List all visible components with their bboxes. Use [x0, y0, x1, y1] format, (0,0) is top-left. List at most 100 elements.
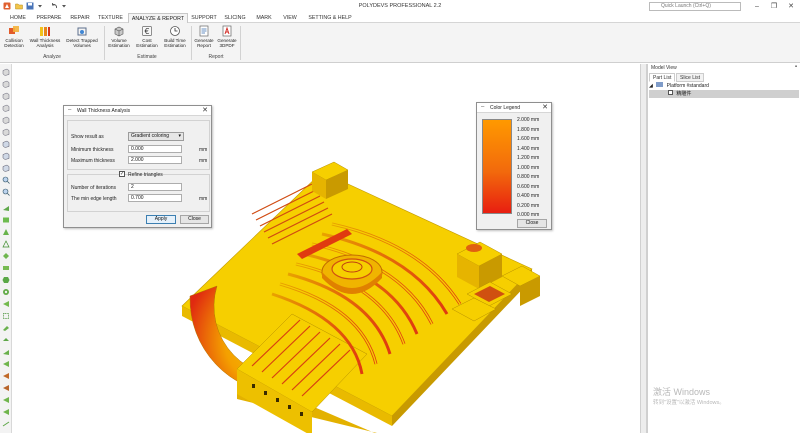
detect-trapped-volumes-button[interactable]: Detect Trapped Volumes: [63, 25, 101, 48]
select-all-icon[interactable]: [2, 300, 10, 308]
color-legend-dialog: Color Legend – ✕ 2.000 mm 1.800 mm 1.600 m…: [476, 102, 552, 230]
legend-dialog-close-icon[interactable]: ✕: [542, 103, 548, 113]
legend-tick-label: 2.000 mm: [517, 117, 540, 123]
zoom-fit-icon[interactable]: [2, 176, 10, 184]
tab-part-list[interactable]: Part List: [649, 73, 676, 82]
group-label-estimate: Estimate: [137, 54, 157, 60]
model-view-panel: Model View ▪ Part List Slice List ◢ Plat…: [647, 64, 800, 433]
apply-button[interactable]: Apply: [146, 215, 176, 224]
legend-tick-label: 1.400 mm: [517, 145, 540, 152]
generate-3dpdf-button[interactable]: Generate 3DPDF: [216, 25, 238, 48]
tab-mark[interactable]: MARK: [254, 13, 274, 23]
volume-label-2: Estimation: [108, 43, 130, 48]
collision-detection-button[interactable]: Collision Detection: [1, 25, 27, 48]
ribbon: Collision Detection Wall Thickness Analy…: [0, 23, 800, 63]
view-iso2-icon[interactable]: [2, 152, 10, 160]
tab-home[interactable]: HOME: [6, 13, 30, 23]
select-box-icon[interactable]: [2, 312, 10, 320]
view-front-icon[interactable]: [2, 68, 10, 76]
expand-selection-icon[interactable]: [2, 396, 10, 404]
tab-prepare[interactable]: PREPARE: [36, 13, 62, 23]
tab-support[interactable]: SUPPORT: [191, 13, 217, 23]
view-left-icon[interactable]: [2, 92, 10, 100]
select-brush-icon[interactable]: [2, 324, 10, 332]
chevron-down-icon: ▾: [178, 133, 181, 139]
edges-icon[interactable]: [2, 240, 10, 248]
invert-selection-icon[interactable]: [2, 384, 10, 392]
view-iso-icon[interactable]: [2, 140, 10, 148]
close-window-button[interactable]: ✕: [785, 1, 797, 12]
gen-report-label-2: Report: [197, 43, 211, 48]
view-right-icon[interactable]: [2, 104, 10, 112]
tab-setting-help[interactable]: SETTING & HELP: [304, 13, 356, 23]
collision-label-2: Detection: [4, 43, 24, 48]
measure-icon[interactable]: [2, 420, 10, 428]
max-thickness-label: Maximum thickness: [71, 158, 115, 164]
generate-report-button[interactable]: Generate Report: [193, 25, 215, 48]
platform-icon: [656, 82, 664, 87]
zoom-in-icon[interactable]: [2, 188, 10, 196]
tab-texture[interactable]: TEXTURE: [97, 13, 124, 23]
wall-thickness-label-2: Analysis: [36, 43, 54, 48]
wireframe-icon[interactable]: [2, 216, 10, 224]
collapse-icon[interactable]: –: [481, 103, 484, 112]
gear-icon[interactable]: [2, 288, 10, 296]
section-icon[interactable]: [2, 264, 10, 272]
iterations-label: Number of iterations: [71, 185, 117, 191]
select-plane-icon[interactable]: [2, 336, 10, 344]
legend-tick-label: 1.800 mm: [517, 126, 540, 133]
tab-slicing[interactable]: SLICING: [223, 13, 247, 23]
show-result-select[interactable]: Gradient coloring ▾: [128, 132, 184, 141]
part-visibility-icon[interactable]: [668, 90, 673, 95]
tab-analyze-report[interactable]: ANALYZE & REPORT: [128, 13, 188, 23]
close-button[interactable]: Close: [180, 215, 209, 224]
volume-estimation-button[interactable]: Volume Estimation: [105, 25, 133, 48]
quick-launch-input[interactable]: Quick Launch (Ctrl+Q): [649, 2, 741, 11]
edge-length-input[interactable]: 0.700: [128, 194, 182, 202]
select-edge-icon[interactable]: [2, 360, 10, 368]
tree-platform[interactable]: ◢ Platform #standard: [649, 82, 799, 90]
legend-tick-label: 1.600 mm: [517, 136, 540, 142]
expand-arrow-icon[interactable]: ◢: [649, 83, 653, 89]
build-time-estimation-button[interactable]: Build Time Estimation: [160, 25, 190, 48]
title-bar: POLYDEVS PROFESSIONAL 2.2 Quick Launch (…: [0, 0, 800, 13]
shrink-selection-icon[interactable]: [2, 408, 10, 416]
collapse-icon[interactable]: –: [68, 106, 71, 115]
refine-checkbox[interactable]: ✓: [119, 171, 125, 177]
view-back-icon[interactable]: [2, 80, 10, 88]
triangles-icon[interactable]: [2, 228, 10, 236]
tree-part[interactable]: 精雕件: [649, 90, 799, 98]
cost-estimation-button[interactable]: € Cost Estimation: [134, 25, 160, 48]
wall-thickness-icon: [40, 27, 50, 36]
view-iso3-icon[interactable]: [2, 164, 10, 172]
restore-button[interactable]: ❐: [768, 1, 780, 12]
tab-slice-list[interactable]: Slice List: [676, 73, 705, 82]
view-bottom-icon[interactable]: [2, 128, 10, 136]
svg-text:€: €: [144, 27, 149, 36]
tab-view[interactable]: VIEW: [281, 13, 299, 23]
wall-thickness-button[interactable]: Wall Thickness Analysis: [28, 25, 62, 48]
legend-close-button[interactable]: Close: [517, 219, 547, 228]
select-shell-icon[interactable]: [2, 348, 10, 356]
points-icon[interactable]: [2, 252, 10, 260]
shaded-icon[interactable]: [2, 204, 10, 212]
watermark-line2: 转到"设置"以激活 Windows。: [653, 400, 725, 406]
legend-tick-label: 0.800 mm: [517, 174, 540, 180]
min-thickness-input[interactable]: 0.000: [128, 145, 182, 153]
tab-repair[interactable]: REPAIR: [69, 13, 91, 23]
pin-icon[interactable]: ▪: [795, 64, 797, 70]
view-top-icon[interactable]: [2, 116, 10, 124]
wall-dialog-close-icon[interactable]: ✕: [202, 106, 208, 116]
max-thickness-input[interactable]: 2.000: [128, 156, 182, 164]
wall-dialog-title: Wall Thickness Analysis: [64, 106, 211, 116]
legend-tick-label: 0.600 mm: [517, 183, 540, 190]
hexagon-icon[interactable]: [2, 276, 10, 284]
iterations-input[interactable]: 2: [128, 183, 182, 191]
minimize-button[interactable]: –: [751, 1, 763, 12]
cost-icon: €: [142, 26, 152, 36]
clock-icon: [170, 26, 180, 36]
refine-label: Refine triangles: [128, 172, 163, 178]
deselect-icon[interactable]: [2, 372, 10, 380]
collision-icon: [9, 26, 19, 34]
panel-splitter[interactable]: [640, 64, 647, 433]
